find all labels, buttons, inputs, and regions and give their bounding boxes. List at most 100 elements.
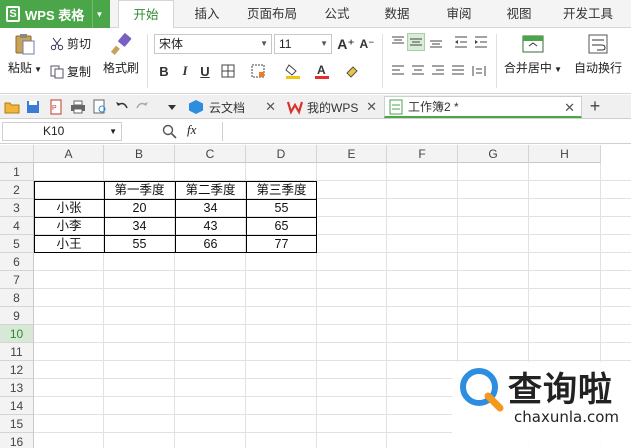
insert-function-button[interactable]: fx: [187, 122, 196, 138]
print-icon[interactable]: [70, 99, 86, 115]
cut-button[interactable]: 剪切: [50, 34, 91, 54]
justify-icon[interactable]: [449, 62, 467, 80]
column-header-h[interactable]: H: [529, 145, 601, 163]
italic-button[interactable]: I: [176, 62, 194, 80]
row-header-16[interactable]: 16: [0, 433, 34, 448]
doc-tab-cloud[interactable]: 云文档 ✕: [184, 96, 282, 118]
table-header-cell[interactable]: 第三季度: [246, 181, 317, 199]
close-icon[interactable]: ✕: [366, 99, 377, 115]
table-cell[interactable]: 55: [104, 235, 175, 253]
clear-format-icon[interactable]: [343, 62, 361, 80]
chevron-down-icon[interactable]: ▼: [92, 0, 106, 28]
underline-button[interactable]: U: [196, 62, 214, 80]
table-header-cell[interactable]: 第二季度: [175, 181, 246, 199]
table-cell[interactable]: 34: [175, 199, 246, 217]
fill-pattern-icon[interactable]: [249, 62, 267, 80]
print-preview-icon[interactable]: [92, 99, 108, 115]
doc-tab-my-wps[interactable]: 我的WPS ✕: [283, 96, 383, 118]
increase-font-icon[interactable]: A⁺: [337, 35, 355, 53]
row-header-5[interactable]: 5: [0, 235, 34, 253]
font-name-select[interactable]: 宋体 ▼: [154, 34, 272, 54]
open-folder-icon[interactable]: [4, 99, 20, 115]
row-header-14[interactable]: 14: [0, 397, 34, 415]
name-box[interactable]: K10 ▼: [2, 122, 122, 141]
undo-icon[interactable]: [114, 99, 130, 115]
font-color-icon[interactable]: A: [313, 62, 331, 80]
tab-formulas[interactable]: 公式: [314, 0, 360, 28]
row-header-8[interactable]: 8: [0, 289, 34, 307]
new-tab-plus-icon[interactable]: +: [586, 96, 604, 118]
close-icon[interactable]: ✕: [564, 100, 575, 116]
app-menu-button[interactable]: S WPS 表格 ▼: [0, 0, 110, 28]
align-center-icon[interactable]: [409, 62, 427, 80]
row-header-3[interactable]: 3: [0, 199, 34, 217]
wrap-text-button[interactable]: 自动换行: [570, 32, 626, 76]
column-header-c[interactable]: C: [175, 145, 246, 163]
font-size-select[interactable]: 11 ▼: [274, 34, 332, 54]
table-cell[interactable]: 55: [246, 199, 317, 217]
row-header-6[interactable]: 6: [0, 253, 34, 271]
merge-center-button[interactable]: 合并居中 ▼: [502, 32, 564, 76]
copy-label: 复制: [67, 65, 92, 79]
table-row-label[interactable]: 小李: [34, 217, 104, 235]
row-header-9[interactable]: 9: [0, 307, 34, 325]
tab-data[interactable]: 数据: [374, 0, 420, 28]
table-cell[interactable]: 65: [246, 217, 317, 235]
table-row-label[interactable]: 小王: [34, 235, 104, 253]
column-header-f[interactable]: F: [387, 145, 458, 163]
tab-review[interactable]: 审阅: [436, 0, 482, 28]
row-header-12[interactable]: 12: [0, 361, 34, 379]
function-area: fx: [160, 122, 220, 141]
tab-home[interactable]: 开始: [118, 0, 174, 29]
paste-button[interactable]: 粘贴 ▼: [6, 32, 44, 76]
column-header-g[interactable]: G: [458, 145, 529, 163]
table-cell[interactable]: 20: [104, 199, 175, 217]
export-pdf-icon[interactable]: P: [48, 99, 64, 115]
table-header-cell[interactable]: 第一季度: [104, 181, 175, 199]
doc-tab-workbook[interactable]: 工作簿2 * ✕: [384, 96, 582, 118]
tab-view[interactable]: 视图: [496, 0, 542, 28]
save-icon[interactable]: [25, 99, 41, 115]
format-painter-button[interactable]: 格式刷: [100, 32, 142, 76]
fill-color-icon[interactable]: [284, 62, 302, 80]
tab-developer[interactable]: 开发工具: [556, 0, 620, 28]
borders-icon[interactable]: [219, 62, 237, 80]
column-header-b[interactable]: B: [104, 145, 175, 163]
table-cell[interactable]: 77: [246, 235, 317, 253]
column-header-a[interactable]: A: [34, 145, 104, 163]
column-header-d[interactable]: D: [246, 145, 317, 163]
table-row-label[interactable]: 小张: [34, 199, 104, 217]
align-bottom-icon[interactable]: [427, 33, 445, 51]
table-border: [104, 181, 105, 253]
row-header-13[interactable]: 13: [0, 379, 34, 397]
close-icon[interactable]: ✕: [265, 99, 276, 115]
column-header-e[interactable]: E: [317, 145, 387, 163]
table-cell[interactable]: 43: [175, 217, 246, 235]
bold-button[interactable]: B: [155, 62, 173, 80]
row-header-4[interactable]: 4: [0, 217, 34, 235]
row-header-7[interactable]: 7: [0, 271, 34, 289]
align-left-icon[interactable]: [389, 62, 407, 80]
zoom-icon[interactable]: [162, 124, 177, 139]
select-all-corner[interactable]: [0, 145, 34, 163]
table-cell[interactable]: 66: [175, 235, 246, 253]
copy-button[interactable]: 复制: [50, 62, 91, 82]
decrease-font-icon[interactable]: A⁻: [358, 35, 376, 53]
tab-page-layout[interactable]: 页面布局: [240, 0, 304, 28]
outdent-icon[interactable]: [452, 33, 470, 51]
row-header-10[interactable]: 10: [0, 325, 34, 343]
table-cell[interactable]: 34: [104, 217, 175, 235]
row-header-1[interactable]: 1: [0, 163, 34, 181]
formula-input[interactable]: [222, 122, 629, 141]
indent-icon[interactable]: [472, 33, 490, 51]
tab-insert[interactable]: 插入: [184, 0, 230, 28]
row-header-11[interactable]: 11: [0, 343, 34, 361]
align-top-icon[interactable]: [389, 33, 407, 51]
row-header-15[interactable]: 15: [0, 415, 34, 433]
align-middle-icon[interactable]: [407, 33, 425, 51]
redo-icon[interactable]: [134, 99, 150, 115]
distribute-icon[interactable]: [470, 62, 488, 80]
align-right-icon[interactable]: [429, 62, 447, 80]
row-header-2[interactable]: 2: [0, 181, 34, 199]
chevron-down-icon[interactable]: [164, 99, 180, 115]
